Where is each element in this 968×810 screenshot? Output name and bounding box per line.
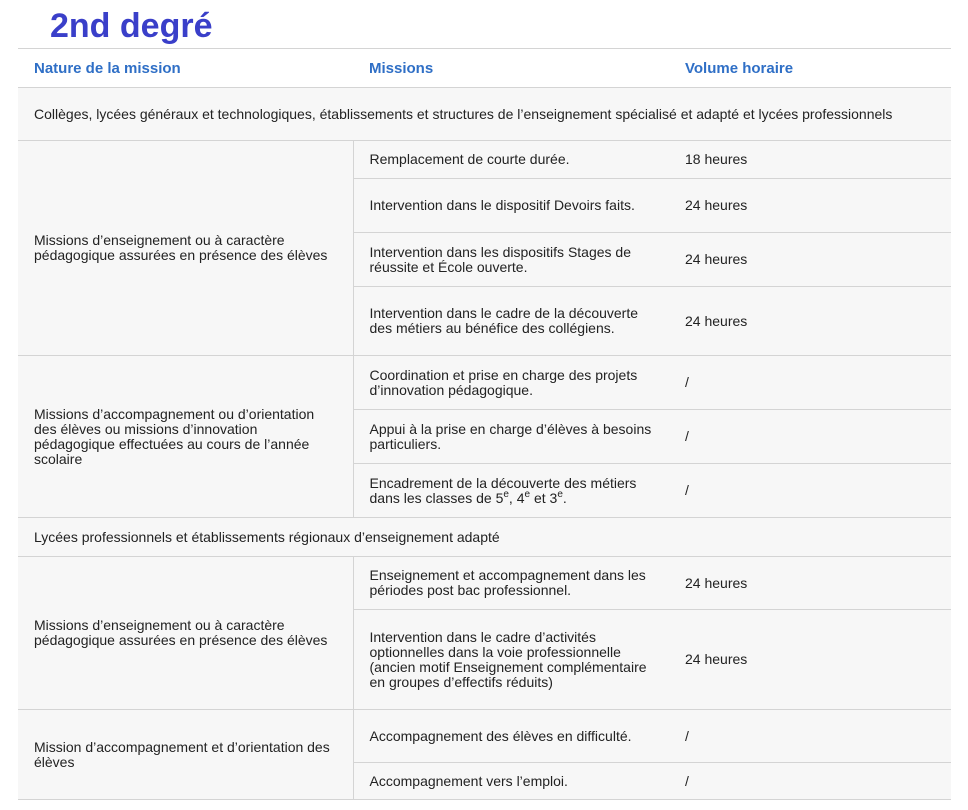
header-missions: Missions	[353, 48, 669, 88]
section-row: Collèges, lycées généraux et technologiq…	[18, 87, 951, 141]
header-nature: Nature de la mission	[18, 48, 353, 88]
nature-cell: Missions d’enseignement ou à caractère p…	[18, 140, 354, 356]
mission-cell: Encadrement de la découverte des métiers…	[353, 463, 669, 518]
volume-cell: 24 heures	[669, 178, 951, 233]
volume-cell: 24 heures	[669, 232, 951, 287]
page: 2nd degré Nature de la mission Missions …	[0, 0, 968, 810]
mission-cell: Intervention dans le dispositif Devoirs …	[353, 178, 669, 233]
nature-cell: Missions d’enseignement ou à caractère p…	[18, 556, 354, 710]
section-label: Collèges, lycées généraux et technologiq…	[18, 87, 951, 141]
mission-cell: Intervention dans le cadre d’activités o…	[353, 609, 669, 710]
section-label: Lycées professionnels et établissements …	[18, 517, 951, 557]
mission-cell: Remplacement de courte durée.	[353, 140, 669, 179]
volume-cell: 24 heures	[669, 286, 951, 356]
nature-cell: Missions d’accompagnement ou d’orientati…	[18, 355, 354, 518]
page-title: 2nd degré	[50, 7, 213, 45]
mission-text: , 4	[508, 489, 525, 506]
mission-cell: Accompagnement des élèves en difficulté.	[353, 709, 669, 763]
volume-cell: 18 heures	[669, 140, 951, 179]
volume-cell: /	[669, 709, 951, 763]
mission-cell: Coordination et prise en charge des proj…	[353, 355, 669, 410]
section-row: Lycées professionnels et établissements …	[18, 517, 951, 557]
mission-text: .	[562, 489, 567, 506]
table-row: Missions d’enseignement ou à caractère p…	[18, 556, 951, 710]
table-row: Missions d’enseignement ou à caractère p…	[18, 140, 951, 356]
volume-cell: /	[669, 409, 951, 464]
volume-cell: /	[669, 762, 951, 800]
header-volume: Volume horaire	[669, 48, 951, 88]
volume-cell: 24 heures	[669, 556, 951, 610]
volume-cell: /	[669, 355, 951, 410]
mission-cell: Intervention dans les dispositifs Stages…	[353, 232, 669, 287]
volume-cell: 24 heures	[669, 609, 951, 710]
mission-cell: Appui à la prise en charge d’élèves à be…	[353, 409, 669, 464]
volume-cell: /	[669, 463, 951, 518]
mission-text: et 3	[530, 489, 558, 506]
missions-table: Nature de la mission Missions Volume hor…	[18, 48, 951, 800]
nature-cell: Mission d’accompagnement et d’orientatio…	[18, 709, 354, 800]
table-header-row: Nature de la mission Missions Volume hor…	[18, 48, 951, 88]
table-row: Missions d’accompagnement ou d’orientati…	[18, 355, 951, 518]
mission-cell: Accompagnement vers l’emploi.	[353, 762, 669, 800]
mission-cell: Enseignement et accompagnement dans les …	[353, 556, 669, 610]
mission-cell: Intervention dans le cadre de la découve…	[353, 286, 669, 356]
table-row: Mission d’accompagnement et d’orientatio…	[18, 709, 951, 800]
